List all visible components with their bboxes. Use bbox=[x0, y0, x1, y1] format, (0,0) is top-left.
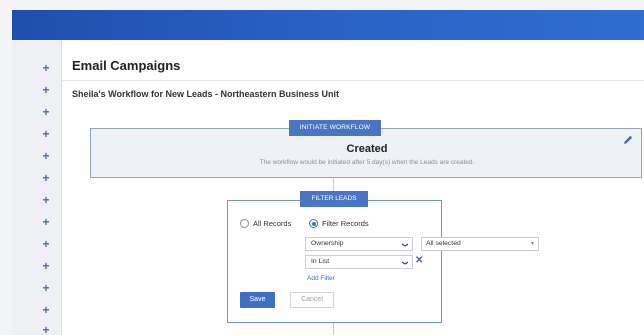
filter-field-select[interactable]: Ownership ❯ bbox=[305, 237, 413, 251]
filter-operator-value: In List bbox=[311, 258, 330, 265]
title-divider bbox=[62, 80, 644, 81]
sidebar-expand-plus-icon[interactable]: + bbox=[40, 238, 52, 250]
sidebar-expand-plus-icon[interactable]: + bbox=[40, 216, 52, 228]
workflow-connector bbox=[333, 178, 334, 192]
add-filter-link[interactable]: Add Filter bbox=[307, 275, 335, 282]
sidebar-expand-plus-icon[interactable]: + bbox=[40, 128, 52, 140]
save-button[interactable]: Save bbox=[240, 292, 275, 308]
chevron-down-icon: ❯ bbox=[401, 260, 408, 266]
workflow-title: Sheila's Workflow for New Leads - Northe… bbox=[72, 89, 340, 99]
sidebar-expand-plus-icon[interactable]: + bbox=[40, 172, 52, 184]
sidebar-expand-plus-icon[interactable]: + bbox=[40, 194, 52, 206]
main-content: Email Campaigns Sheila's Workflow for Ne… bbox=[62, 40, 644, 335]
chevron-down-icon: ❯ bbox=[401, 242, 408, 248]
initiate-workflow-label: INITIATE WORKFLOW bbox=[289, 120, 381, 136]
sidebar: + + + + + + + + + + + + + bbox=[12, 40, 62, 335]
sidebar-expand-plus-icon[interactable]: + bbox=[40, 304, 52, 316]
filter-value-select[interactable]: All selected ▾ bbox=[421, 237, 539, 251]
filter-records-option[interactable]: Filter Records bbox=[309, 219, 369, 228]
chevron-down-icon: ▾ bbox=[530, 241, 534, 247]
sidebar-expand-plus-icon[interactable]: + bbox=[40, 324, 52, 335]
filter-field-value: Ownership bbox=[311, 240, 344, 247]
filter-operator-select[interactable]: In List ❯ bbox=[305, 255, 413, 269]
all-records-option[interactable]: All Records bbox=[240, 219, 291, 228]
close-icon[interactable]: ✕ bbox=[415, 256, 423, 266]
page-title: Email Campaigns bbox=[72, 58, 181, 73]
filter-leads-card: All Records Filter Records Ownership ❯ A… bbox=[227, 200, 539, 323]
workflow-description: The workflow would be initiated after 5 … bbox=[259, 159, 475, 166]
top-header-bar bbox=[12, 10, 644, 40]
workflow-connector bbox=[333, 323, 334, 335]
all-records-radio[interactable] bbox=[240, 219, 249, 228]
filter-value-text: All selected bbox=[426, 240, 461, 247]
sidebar-expand-plus-icon[interactable]: + bbox=[40, 106, 52, 118]
filter-records-label: Filter Records bbox=[322, 219, 369, 228]
sidebar-expand-plus-icon[interactable]: + bbox=[40, 282, 52, 294]
cancel-button[interactable]: Cancel bbox=[290, 292, 334, 308]
sidebar-expand-plus-icon[interactable]: + bbox=[40, 260, 52, 272]
pencil-icon[interactable] bbox=[622, 134, 634, 146]
sidebar-expand-plus-icon[interactable]: + bbox=[40, 62, 52, 74]
filter-records-radio[interactable] bbox=[309, 219, 318, 228]
filter-leads-label: FILTER LEADS bbox=[300, 191, 368, 207]
sidebar-expand-plus-icon[interactable]: + bbox=[40, 150, 52, 162]
workflow-status: Created bbox=[346, 143, 388, 155]
all-records-label: All Records bbox=[253, 219, 292, 228]
sidebar-expand-plus-icon[interactable]: + bbox=[40, 84, 52, 96]
